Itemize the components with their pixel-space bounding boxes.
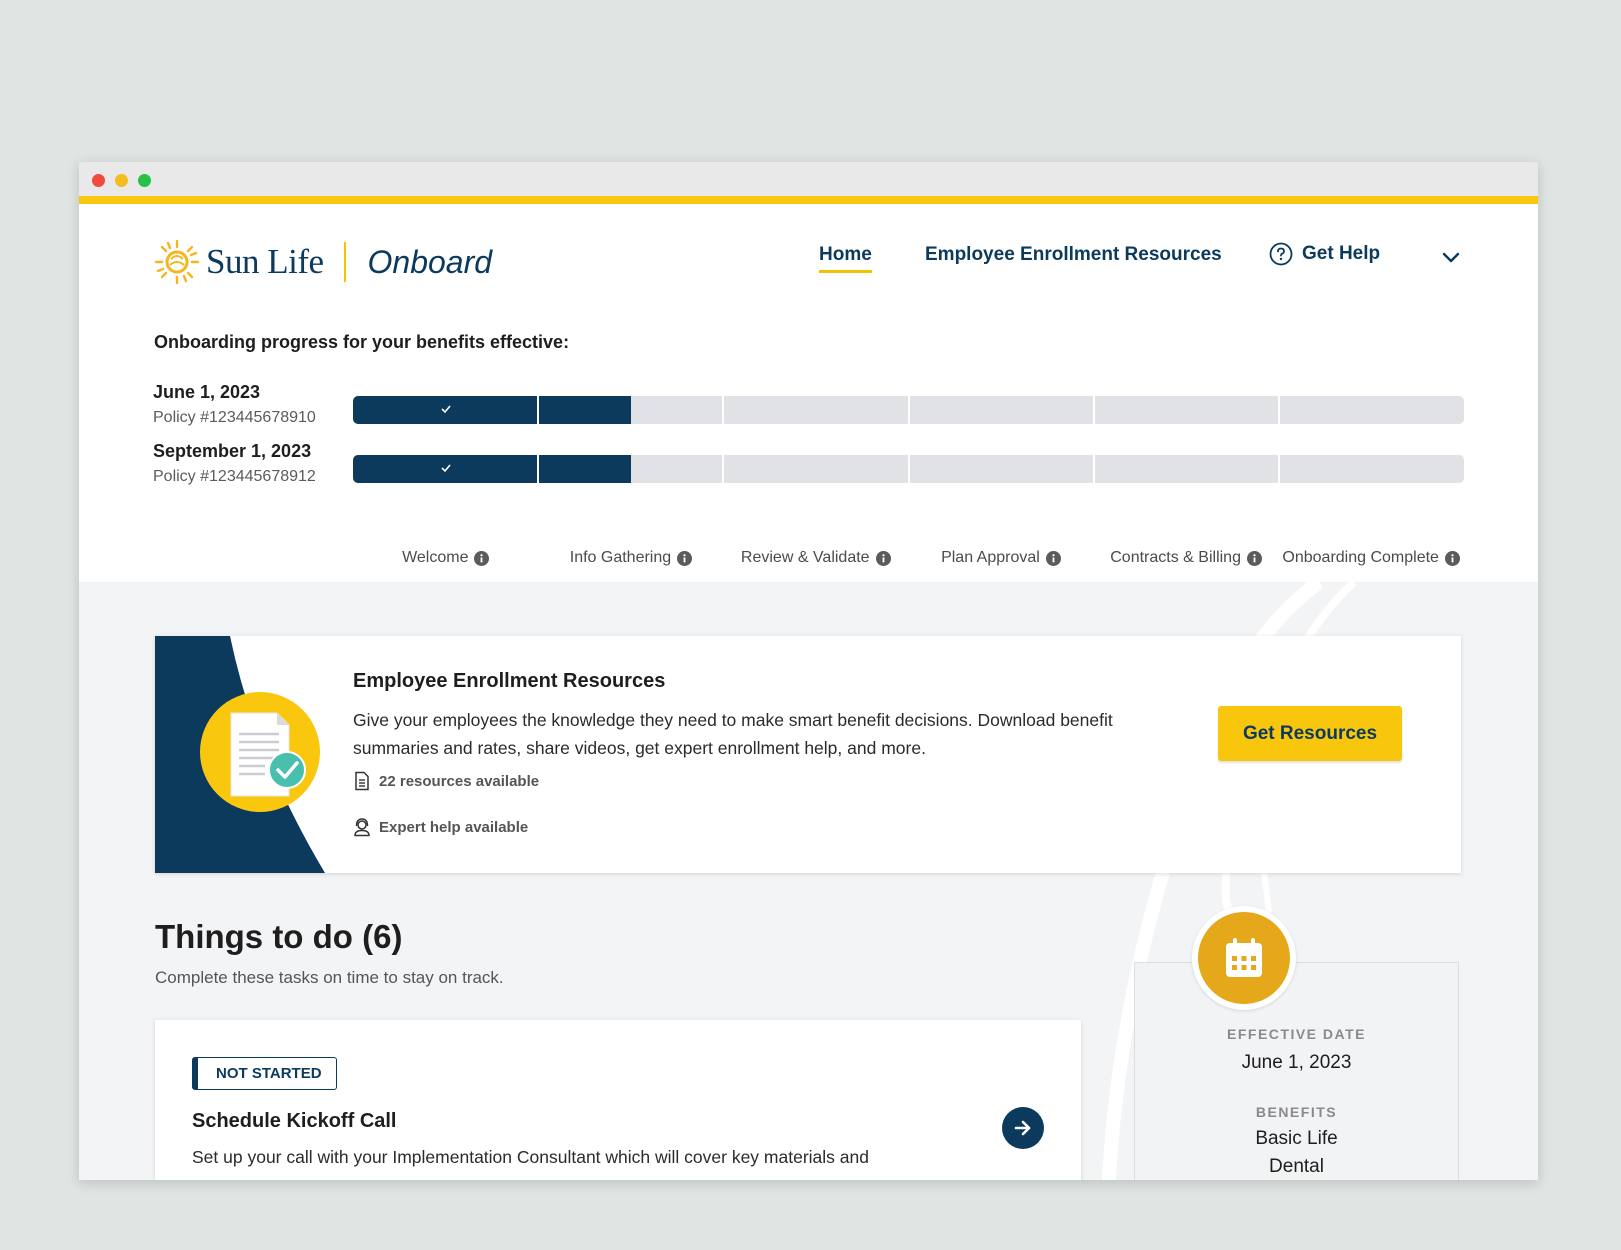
calendar-badge	[1192, 906, 1296, 1010]
segment-divider	[537, 455, 540, 483]
segment-divider	[907, 455, 910, 483]
info-icon[interactable]	[1444, 550, 1460, 566]
policy-row: September 1, 2023 Policy #123445678912	[153, 441, 316, 486]
accent-bar	[79, 196, 1538, 204]
task-title: Schedule Kickoff Call	[192, 1110, 397, 1132]
segment-divider	[1092, 396, 1095, 424]
calendar-icon	[1226, 938, 1262, 977]
close-window-dot[interactable]	[92, 174, 105, 187]
get-resources-button[interactable]: Get Resources	[1218, 706, 1402, 761]
stage-label: Info Gathering	[569, 549, 693, 567]
status-badge: NOT STARTED	[192, 1057, 337, 1090]
stage-label-text: Contracts & Billing	[1110, 549, 1241, 566]
stage-label: Review & Validate	[741, 549, 891, 567]
enrollment-resources-card: Employee Enrollment Resources Give your …	[155, 636, 1461, 873]
policy-number: Policy #123445678910	[153, 409, 316, 426]
info-icon[interactable]	[875, 550, 891, 566]
resources-count-text: 22 resources available	[379, 772, 540, 790]
progress-track	[353, 396, 1464, 424]
progress-track	[353, 455, 1464, 483]
nav-home-active-underline	[819, 270, 872, 273]
expert-help: Expert help available	[353, 817, 528, 837]
segment-divider	[1092, 455, 1095, 483]
check-icon	[441, 405, 451, 414]
nav-home[interactable]: Home	[819, 244, 872, 266]
stage-label-text: Welcome	[402, 549, 469, 566]
segment-divider	[722, 455, 725, 483]
open-task-button[interactable]	[1002, 1107, 1044, 1149]
stage-label-text: Review & Validate	[740, 549, 870, 566]
resource-card-title: Employee Enrollment Resources	[353, 670, 666, 692]
sun-logo-icon	[154, 239, 200, 285]
segment-divider	[1277, 455, 1280, 483]
brand-name: Sun Life	[206, 242, 324, 281]
document-icon	[355, 771, 369, 791]
check-icon	[441, 464, 451, 473]
segment-divider	[1277, 396, 1280, 424]
segment-divider	[722, 396, 725, 424]
benefit-item: Dental	[1269, 1156, 1324, 1177]
benefit-item: Basic Life	[1255, 1128, 1338, 1149]
info-icon[interactable]	[1246, 550, 1262, 566]
stage-label-text: Onboarding Complete	[1282, 549, 1439, 566]
calendar-circle	[1198, 912, 1290, 1004]
segment-divider	[537, 396, 540, 424]
resource-card-description: Give your employees the knowledge they n…	[353, 710, 1113, 758]
stage-label-text: Plan Approval	[941, 549, 1040, 566]
browser-window: Sun Life Onboard Home Employee Enrollmen…	[79, 162, 1538, 1180]
logo-divider	[343, 242, 346, 282]
task-card[interactable]: NOT STARTED Schedule Kickoff Call Set up…	[155, 1020, 1081, 1180]
expert-help-text: Expert help available	[379, 818, 529, 836]
stage-label: Plan Approval	[941, 549, 1061, 567]
stage-label-text: Info Gathering	[569, 549, 672, 566]
progress-heading: Onboarding progress for your benefits ef…	[154, 332, 570, 352]
main-content: Employee Enrollment Resources Give your …	[79, 582, 1538, 1180]
arrow-right-icon	[1014, 1120, 1031, 1136]
info-icon[interactable]	[474, 550, 490, 566]
policy-number: Policy #123445678912	[153, 468, 316, 485]
policy-date: September 1, 2023	[153, 441, 312, 461]
question-circle-icon	[1269, 242, 1293, 266]
document-check-illustration	[155, 636, 325, 873]
progress-fill	[353, 396, 631, 424]
info-icon[interactable]	[1045, 550, 1061, 566]
header-section: Sun Life Onboard Home Employee Enrollmen…	[79, 204, 1538, 582]
chevron-down-icon[interactable]	[1441, 251, 1461, 265]
things-to-do-subtitle: Complete these tasks on time to stay on …	[155, 968, 504, 987]
resources-count: 22 resources available	[353, 771, 539, 791]
things-to-do-title: Things to do (6)	[155, 918, 403, 955]
effective-date-label: EFFECTIVE DATE	[1227, 1026, 1366, 1042]
headset-person-icon	[354, 818, 370, 837]
stage-label: Onboarding Complete	[1282, 549, 1460, 567]
get-help-label: Get Help	[1302, 243, 1381, 264]
nav-employee-enrollment-resources[interactable]: Employee Enrollment Resources	[925, 244, 1222, 266]
policy-date: June 1, 2023	[153, 382, 261, 402]
policy-row: June 1, 2023 Policy #123445678910	[153, 382, 316, 427]
effective-date-value: June 1, 2023	[1241, 1052, 1352, 1073]
stage-label: Welcome	[402, 549, 490, 567]
maximize-window-dot[interactable]	[138, 174, 151, 187]
progress-fill	[353, 455, 631, 483]
minimize-window-dot[interactable]	[115, 174, 128, 187]
segment-divider	[907, 396, 910, 424]
info-icon[interactable]	[677, 550, 693, 566]
benefits-label: BENEFITS	[1255, 1104, 1338, 1120]
window-chrome	[79, 162, 1538, 196]
task-description: Set up your call with your Implementatio…	[192, 1147, 869, 1167]
logo[interactable]: Sun Life Onboard	[154, 239, 493, 285]
product-name: Onboard	[367, 243, 493, 280]
nav-get-help[interactable]: Get Help	[1269, 242, 1380, 266]
stage-label: Contracts & Billing	[1110, 549, 1262, 567]
